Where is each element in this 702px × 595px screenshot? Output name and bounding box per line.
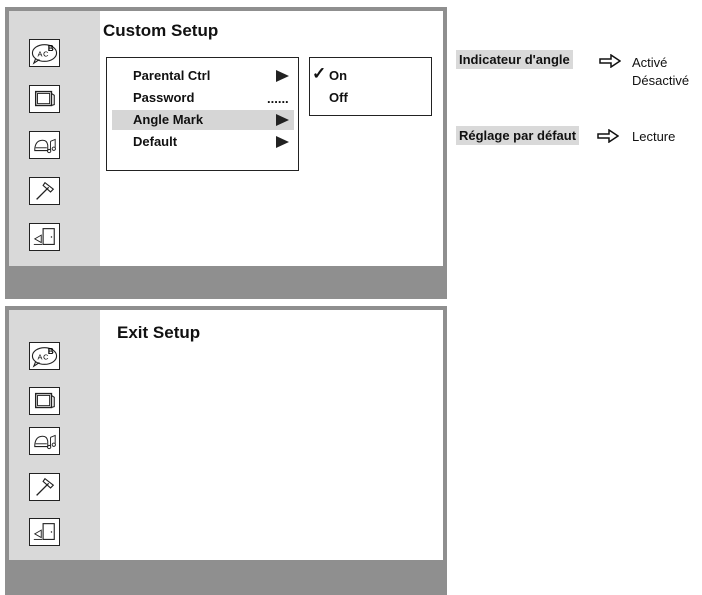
- setup-menu: Parental Ctrl Password ...... Angle Mark…: [106, 57, 299, 171]
- default-value: Lecture: [632, 129, 676, 144]
- page-title: Exit Setup: [117, 323, 201, 342]
- option-on[interactable]: On: [329, 68, 347, 83]
- setup-content: Custom Setup Parental Ctrl Password ....…: [100, 11, 443, 266]
- menu-item-label: Default: [133, 134, 178, 149]
- menu-item-label: Parental Ctrl: [133, 68, 211, 83]
- svg-text:B: B: [48, 346, 54, 356]
- tv-icon[interactable]: [29, 85, 60, 113]
- menu-item-angle-mark[interactable]: Angle Mark: [112, 110, 294, 130]
- submenu-arrow-icon: [276, 136, 289, 148]
- submenu-arrow-icon: [276, 114, 289, 126]
- exit-door-icon[interactable]: [29, 518, 60, 546]
- menu-item-password[interactable]: Password ......: [107, 88, 297, 108]
- exit-setup-panel: ACB Exit Setup: [5, 306, 447, 595]
- language-icon[interactable]: ACB: [29, 39, 60, 67]
- angle-value-on: Activé: [632, 55, 668, 70]
- checkmark-icon: ✓: [312, 64, 327, 83]
- settings-hammer-icon[interactable]: [29, 473, 60, 501]
- right-arrow-icon: [597, 129, 619, 143]
- menu-item-parental-ctrl[interactable]: Parental Ctrl: [107, 66, 297, 86]
- right-arrow-icon: [599, 54, 621, 68]
- angle-value-off: Désactivé: [632, 73, 690, 88]
- angle-indicator-label: Indicateur d'angle: [456, 50, 573, 69]
- settings-hammer-icon[interactable]: [29, 177, 60, 205]
- exit-door-icon[interactable]: [29, 223, 60, 251]
- menu-item-default[interactable]: Default: [107, 132, 297, 152]
- default-setting-label: Réglage par défaut: [456, 126, 580, 145]
- password-mask: ......: [267, 91, 289, 106]
- svg-text:A: A: [38, 353, 43, 362]
- audio-icon[interactable]: [29, 427, 60, 455]
- svg-text:A: A: [38, 50, 43, 59]
- angle-mark-options: ✓ On Off: [309, 57, 432, 116]
- menu-item-label: Angle Mark: [133, 112, 204, 127]
- setup-content: Exit Setup: [100, 310, 443, 560]
- option-off[interactable]: Off: [329, 90, 348, 105]
- setup-sidebar: ACB: [9, 310, 100, 560]
- tv-icon[interactable]: [29, 387, 60, 415]
- setup-sidebar: ACB: [9, 11, 100, 266]
- menu-item-label: Password: [133, 90, 195, 105]
- page-title: Custom Setup: [103, 21, 219, 40]
- audio-icon[interactable]: [29, 131, 60, 159]
- language-icon[interactable]: ACB: [29, 342, 60, 370]
- svg-text:B: B: [48, 43, 54, 53]
- custom-setup-panel: ACB Custom Setup Parental Ctrl Password …: [5, 7, 447, 299]
- submenu-arrow-icon: [276, 70, 289, 82]
